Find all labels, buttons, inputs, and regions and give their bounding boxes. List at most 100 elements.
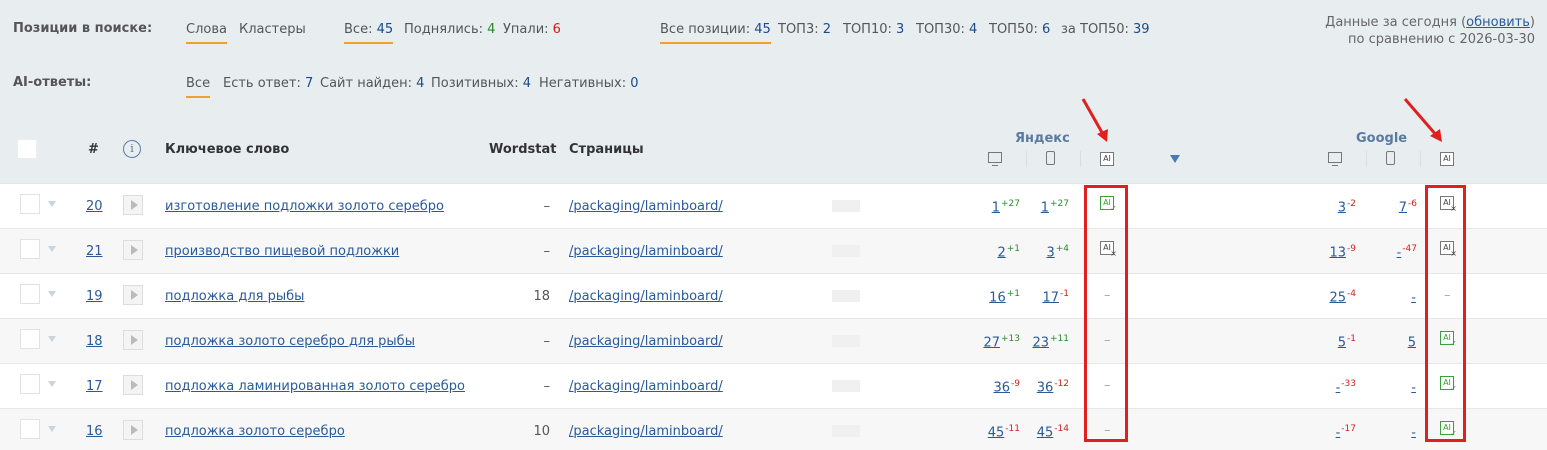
google-desktop-position[interactable]: 3-2 <box>1338 199 1356 215</box>
yandex-desktop-position[interactable]: 16+1 <box>989 289 1020 305</box>
google-desktop-position[interactable]: --17 <box>1336 424 1356 440</box>
expand-icon[interactable] <box>48 201 56 207</box>
google-mobile-position[interactable]: --47 <box>1397 244 1417 260</box>
yandex-mobile-position[interactable]: 17-1 <box>1042 289 1069 305</box>
play-icon[interactable] <box>123 195 143 215</box>
filter-top10[interactable]: ТОП10: 3 <box>843 22 904 37</box>
page-link[interactable]: /packaging/laminboard/ <box>569 379 723 394</box>
yandex-mobile-position[interactable]: 36-12 <box>1037 379 1069 395</box>
row-number-link[interactable]: 16 <box>86 424 103 439</box>
filter-all-positions[interactable]: Все позиции: 45 <box>660 22 771 44</box>
tab-words[interactable]: Слова <box>186 22 227 44</box>
monitor-icon[interactable] <box>988 152 1002 166</box>
google-desktop-position[interactable]: 25-4 <box>1329 289 1356 305</box>
google-desktop-value: 5 <box>1337 335 1347 351</box>
monitor-icon[interactable] <box>1328 152 1342 166</box>
yandex-mobile-position[interactable]: 45-14 <box>1037 424 1069 440</box>
page-link[interactable]: /packaging/laminboard/ <box>569 244 723 259</box>
yandex-desktop-position[interactable]: 1+27 <box>992 199 1020 215</box>
row-number-link[interactable]: 18 <box>86 334 103 349</box>
row-checkbox[interactable] <box>20 194 40 214</box>
keyword-link[interactable]: подложка золото серебро для рыбы <box>165 334 415 349</box>
keyword-link[interactable]: подложка ламинированная золото серебро <box>165 379 465 394</box>
phone-icon[interactable] <box>1046 151 1055 165</box>
expand-icon[interactable] <box>48 336 56 342</box>
google-desktop-position[interactable]: 13-9 <box>1329 244 1356 260</box>
yandex-mobile-value: 23 <box>1032 335 1049 351</box>
yandex-mobile-value: 3 <box>1046 245 1055 261</box>
ai-icon-label: AI <box>1103 154 1111 163</box>
expand-icon[interactable] <box>48 426 56 432</box>
google-mobile-position[interactable]: 7-6 <box>1399 199 1417 215</box>
row-number-link[interactable]: 21 <box>86 244 103 259</box>
filter-up[interactable]: Поднялись: 4 <box>404 22 495 37</box>
filter-down[interactable]: Упали: 6 <box>503 22 561 37</box>
google-mobile-position[interactable]: 5 <box>1408 334 1417 350</box>
row-checkbox[interactable] <box>20 374 40 394</box>
info-icon[interactable]: i <box>123 140 141 158</box>
filter-all[interactable]: Все: 45 <box>344 22 394 44</box>
expand-icon[interactable] <box>48 291 56 297</box>
yandex-desktop-position[interactable]: 2+1 <box>997 244 1020 260</box>
blank-cell <box>832 335 860 347</box>
row-number-link[interactable]: 17 <box>86 379 103 394</box>
google-mobile-position[interactable]: - <box>1411 289 1417 305</box>
ai-filter-positive[interactable]: Позитивных: 4 <box>431 76 531 91</box>
expand-icon[interactable] <box>48 246 56 252</box>
filter-over-top50[interactable]: за ТОП50: 39 <box>1061 22 1150 37</box>
row-checkbox[interactable] <box>20 239 40 259</box>
google-mobile-position[interactable]: - <box>1411 424 1417 440</box>
play-icon[interactable] <box>123 420 143 440</box>
keyword-link[interactable]: подложка для рыбы <box>165 289 304 304</box>
ai-filter-negative[interactable]: Негативных: 0 <box>539 76 639 91</box>
page-link[interactable]: /packaging/laminboard/ <box>569 424 723 439</box>
play-icon[interactable] <box>123 240 143 260</box>
keyword-link[interactable]: изготовление подложки золото серебро <box>165 199 444 214</box>
play-icon[interactable] <box>123 375 143 395</box>
sort-down-icon[interactable] <box>1170 155 1180 163</box>
keyword-link[interactable]: производство пищевой подложки <box>165 244 399 259</box>
yandex-desktop-position[interactable]: 45-11 <box>988 424 1020 440</box>
google-desktop-position[interactable]: 5-1 <box>1338 334 1356 350</box>
column-wordstat[interactable]: Wordstat <box>489 142 556 157</box>
row-checkbox[interactable] <box>20 329 40 349</box>
yandex-desktop-value: 2 <box>997 245 1006 261</box>
yandex-desktop-position[interactable]: 27+13 <box>983 334 1020 350</box>
row-number-link[interactable]: 20 <box>86 199 103 214</box>
positive-label: Позитивных: <box>431 76 519 91</box>
ai-filter-has-answer[interactable]: Есть ответ: 7 <box>223 76 313 91</box>
page-link[interactable]: /packaging/laminboard/ <box>569 199 723 214</box>
row-number-link[interactable]: 19 <box>86 289 103 304</box>
yandex-mobile-value: 1 <box>1040 200 1049 216</box>
has-answer-count: 7 <box>305 76 314 91</box>
ai-icon[interactable]: AI <box>1440 152 1454 166</box>
expand-icon[interactable] <box>48 381 56 387</box>
yandex-desktop-position[interactable]: 36-9 <box>993 379 1020 395</box>
blank-cell <box>832 200 860 212</box>
keyword-link[interactable]: подложка золото серебро <box>165 424 345 439</box>
page-link[interactable]: /packaging/laminboard/ <box>569 289 723 304</box>
page-link[interactable]: /packaging/laminboard/ <box>569 334 723 349</box>
tab-clusters[interactable]: Кластеры <box>239 22 306 37</box>
phone-icon[interactable] <box>1386 151 1395 165</box>
column-pages[interactable]: Страницы <box>569 142 644 157</box>
row-checkbox[interactable] <box>20 419 40 439</box>
ai-icon[interactable]: AI <box>1100 152 1114 166</box>
play-icon[interactable] <box>123 330 143 350</box>
play-icon[interactable] <box>123 285 143 305</box>
yandex-desktop-change: +1 <box>1006 244 1020 254</box>
yandex-mobile-position[interactable]: 23+11 <box>1032 334 1069 350</box>
filter-top30[interactable]: ТОП30: 4 <box>916 22 977 37</box>
yandex-mobile-position[interactable]: 3+4 <box>1046 244 1069 260</box>
ai-filter-all[interactable]: Все <box>186 76 211 98</box>
row-checkbox[interactable] <box>20 284 40 304</box>
filter-top50[interactable]: ТОП50: 6 <box>989 22 1050 37</box>
filter-top3[interactable]: ТОП3: 2 <box>778 22 831 37</box>
column-keyword[interactable]: Ключевое слово <box>165 142 289 157</box>
google-mobile-position[interactable]: - <box>1411 379 1417 395</box>
select-all-checkbox[interactable] <box>17 139 37 159</box>
ai-filter-site-found[interactable]: Сайт найден: 4 <box>320 76 424 91</box>
yandex-mobile-position[interactable]: 1+27 <box>1041 199 1069 215</box>
refresh-link[interactable]: обновить <box>1466 15 1530 30</box>
google-desktop-position[interactable]: --33 <box>1336 379 1356 395</box>
